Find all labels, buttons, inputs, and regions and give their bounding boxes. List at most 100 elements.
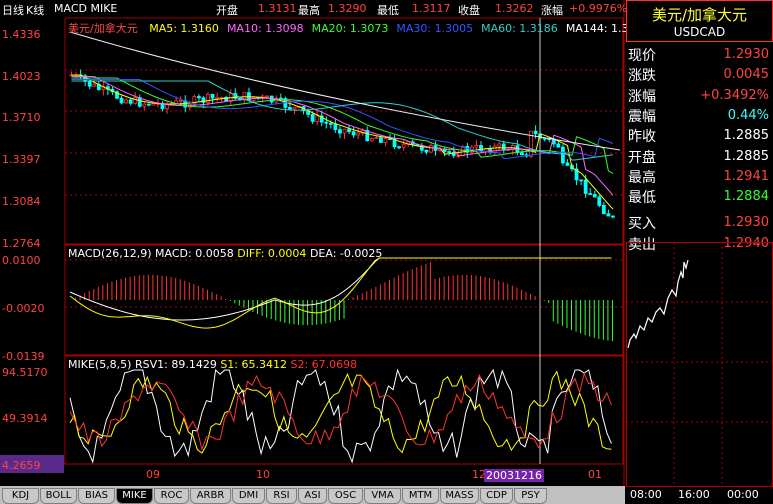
- intraday-chart[interactable]: [626, 242, 773, 504]
- rsv-value: RSV1: 89.1429: [134, 358, 217, 371]
- quote-value: 1.2941: [723, 168, 770, 184]
- quote-row: 现价 1.2930: [628, 44, 771, 64]
- diff-line: [69, 257, 612, 321]
- tab-osc[interactable]: OSC: [328, 488, 363, 504]
- mike-legend: MIKE(5,8,5) RSV1: 89.1429 S1: 65.3412 S2…: [68, 358, 357, 371]
- quote-symbol-name: 美元/加拿大元: [651, 6, 748, 24]
- candle-body: [533, 130, 538, 135]
- candle-body: [565, 162, 570, 166]
- y-tick-label: 49.3914: [2, 412, 48, 425]
- candle-body: [338, 129, 342, 134]
- quote-label: 现价: [628, 48, 656, 64]
- candle-body: [210, 94, 215, 99]
- y-tick-label: 1.3084: [2, 195, 41, 208]
- high-value: 1.3290: [328, 2, 367, 15]
- candle-body: [142, 103, 147, 107]
- tab-kdj[interactable]: KDJ: [2, 488, 39, 504]
- candle-body: [592, 194, 597, 198]
- tab-vma[interactable]: VMA: [364, 488, 401, 504]
- candle-body: [556, 143, 561, 148]
- candle-body: [424, 149, 429, 153]
- low-label: 最低: [377, 4, 399, 17]
- tab-dmi[interactable]: DMI: [232, 488, 265, 504]
- time-label-1600: 16:00: [678, 488, 710, 501]
- candle-body: [351, 131, 356, 136]
- macd-params: MACD(26,12,9): [68, 247, 152, 260]
- x-label-10: 10: [256, 468, 270, 481]
- chart-canvas[interactable]: [0, 0, 625, 486]
- candle-body: [561, 146, 565, 164]
- candle-body: [315, 115, 320, 122]
- quote-value: 1.2885: [723, 148, 770, 164]
- y-tick-label: 1.3397: [2, 153, 41, 166]
- quote-row: 震幅 0.44%: [628, 105, 771, 125]
- tab-cdp[interactable]: CDP: [480, 488, 513, 504]
- tab-mike[interactable]: MIKE: [116, 488, 153, 504]
- candle-body: [447, 151, 452, 153]
- y-tick-label: 0.0100: [2, 254, 41, 267]
- y-tick-label: -0.0139: [2, 350, 45, 363]
- x-label-09: 09: [146, 468, 160, 481]
- tab-mass[interactable]: MASS: [440, 488, 479, 504]
- quote-label: 最高: [628, 169, 656, 186]
- quote-row: 涨幅 +0.3492%: [628, 85, 771, 105]
- diff-value: DIFF: 0.0004: [237, 247, 307, 260]
- candle-body: [292, 106, 297, 110]
- ma-label: MA20: 1.3073: [311, 22, 389, 35]
- s2-value: S2: 67.0698: [290, 358, 358, 371]
- candle-body: [215, 97, 220, 100]
- quote-value: 0.0045: [723, 67, 770, 83]
- candle-body: [92, 83, 97, 87]
- quote-label: 涨幅: [628, 88, 656, 105]
- y-tick-label: -0.0020: [2, 302, 45, 315]
- quote-title-box: 美元/加拿大元 USDCAD: [626, 0, 773, 42]
- candle-body: [583, 179, 588, 194]
- tab-arbr[interactable]: ARBR: [190, 488, 231, 504]
- candle-body: [374, 137, 379, 140]
- quote-label: 开盘: [628, 149, 656, 166]
- open-label: 开盘: [216, 4, 238, 17]
- candle-body: [429, 145, 433, 153]
- candle-body: [333, 123, 338, 131]
- crosshair-date-label: 20031216: [484, 469, 544, 482]
- quote-value: +0.3492%: [700, 87, 769, 103]
- ma-label: MA30: 1.3005: [396, 22, 474, 35]
- tab-roc[interactable]: ROC: [154, 488, 189, 504]
- mike-params: MIKE(5,8,5): [68, 358, 132, 371]
- tab-psy[interactable]: PSY: [514, 488, 547, 504]
- chart-area[interactable]: 日线 K线 MACD MIKE 开盘 1.3131 最高 1.3290 最低 1…: [0, 0, 650, 504]
- s1-line: [69, 370, 612, 454]
- macd-legend: MACD(26,12,9) MACD: 0.0058 DIFF: 0.0004 …: [68, 247, 382, 260]
- y-tick-label: 94.5170: [2, 366, 48, 379]
- indicator-tab-bar[interactable]: KDJ BOLL BIAS MIKE ROC ARBR DMI RSI ASI OSC VMA MTM…: [0, 486, 625, 504]
- y-tick-label: 1.4336: [2, 28, 41, 41]
- tab-boll[interactable]: BOLL: [40, 488, 77, 504]
- tab-mtm[interactable]: MTM: [402, 488, 439, 504]
- time-label-0800: 08:00: [630, 488, 662, 501]
- quote-label: 涨跌: [628, 68, 656, 85]
- y-tick-label: 4.2659: [2, 459, 41, 472]
- candle-body: [324, 121, 329, 124]
- candle-body: [146, 103, 151, 106]
- tab-asi[interactable]: ASI: [298, 488, 327, 504]
- candle-body: [128, 99, 133, 104]
- tab-bias[interactable]: BIAS: [78, 488, 115, 504]
- candle-body: [356, 132, 361, 136]
- candle-body: [579, 179, 583, 182]
- indicator-label: MACD MIKE: [54, 2, 118, 15]
- candle-body: [606, 213, 611, 217]
- candle-body: [265, 95, 270, 98]
- candle-body: [397, 146, 402, 149]
- quote-value: 1.2930: [723, 215, 770, 231]
- candle-body: [369, 138, 374, 142]
- quote-label: 买入: [628, 216, 656, 233]
- intraday-frame: [626, 242, 773, 487]
- quote-row: 最高 1.2941: [628, 166, 771, 186]
- quote-value: 0.44%: [727, 107, 769, 123]
- tab-rsi[interactable]: RSI: [266, 488, 297, 504]
- candle-body: [328, 122, 333, 125]
- quote-row: 最低 1.2884: [628, 186, 771, 206]
- candle-body: [124, 99, 128, 104]
- dea-value: DEA: -0.0025: [309, 247, 383, 260]
- s2-line: [69, 371, 612, 452]
